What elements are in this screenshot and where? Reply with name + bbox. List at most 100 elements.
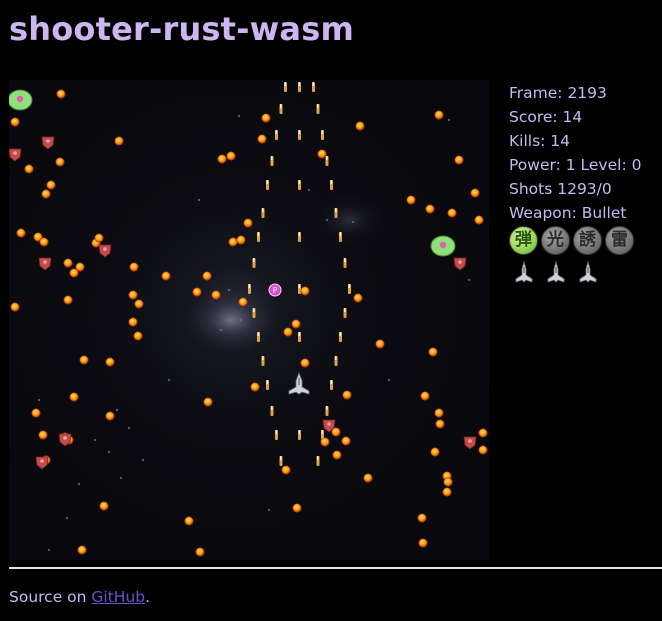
enemy-bullet	[77, 545, 87, 555]
enemy-bullet	[418, 538, 428, 548]
game-scene: P	[9, 82, 488, 557]
enemy-bullet	[94, 233, 104, 243]
player-shot-tip	[298, 180, 300, 184]
score-display: Score: 14	[509, 108, 583, 126]
enemy-bullet	[226, 151, 236, 161]
page-title: shooter-rust-wasm	[9, 10, 354, 48]
enemy-bullet	[320, 437, 330, 447]
player-shot-tip	[266, 380, 268, 384]
star	[447, 118, 451, 122]
enemy-drone	[98, 244, 112, 258]
enemy-drone	[9, 148, 22, 162]
enemy-bullet	[355, 121, 365, 131]
player-shot-tip	[275, 130, 277, 134]
enemy-bullet	[128, 317, 138, 327]
star	[219, 328, 223, 332]
enemy-drone	[35, 456, 49, 470]
enemy-bullet	[99, 501, 109, 511]
star	[141, 458, 145, 462]
player-shot-tip	[339, 332, 341, 336]
footer-prefix: Source on	[9, 588, 92, 606]
enemy-bullet	[129, 262, 139, 272]
enemy-bullet	[442, 487, 452, 497]
enemy-bullet	[195, 547, 205, 557]
star	[115, 408, 119, 412]
enemy-bullet	[69, 392, 79, 402]
player-shot-tip	[339, 232, 341, 236]
player-shot-tip	[266, 180, 268, 184]
enemy-bullet	[454, 155, 464, 165]
weapon-display: Weapon: Bullet	[509, 204, 627, 222]
enemy-bullet	[478, 445, 488, 455]
player-shot-tip	[330, 380, 332, 384]
shots-display: Shots 1293/0	[509, 180, 612, 198]
player-shot-tip	[280, 456, 282, 460]
star	[127, 426, 131, 430]
star	[197, 198, 201, 202]
star	[227, 288, 231, 292]
player-shot-tip	[298, 332, 300, 336]
weapon-missile-icon: 誘	[573, 226, 602, 255]
life-ship-icon	[513, 260, 535, 283]
stats-panel: Frame: 2193 Score: 14 Kills: 14 Power: 1…	[509, 81, 641, 225]
life-ship-icon	[545, 260, 567, 283]
enemy-bullet	[434, 110, 444, 120]
enemy-bullet	[184, 516, 194, 526]
enemy-bullet	[428, 347, 438, 357]
enemy-bullet	[105, 411, 115, 421]
game-canvas[interactable]: P	[9, 80, 489, 560]
player-shot-tip	[344, 308, 346, 312]
enemy-bullet	[243, 218, 253, 228]
player-shot-tip	[275, 430, 277, 434]
kills-display: Kills: 14	[509, 132, 571, 150]
enemy-bullet	[46, 180, 56, 190]
enemy-bullet	[217, 154, 227, 164]
player-shot-tip	[326, 406, 328, 410]
enemy-bullet	[16, 228, 26, 238]
enemy-bullet	[353, 293, 363, 303]
player-shot-tip	[257, 332, 259, 336]
player-shot-tip	[280, 104, 282, 108]
star	[351, 220, 355, 224]
enemy-bullet	[41, 189, 51, 199]
enemy-bullet	[434, 408, 444, 418]
player-shot-tip	[298, 130, 300, 134]
weapon-light-icon: 光	[541, 226, 570, 255]
enemy-bullet	[202, 271, 212, 281]
player-shot-tip	[253, 308, 255, 312]
enemy-bullet	[10, 302, 20, 312]
star	[47, 548, 51, 552]
enemy-bullet	[447, 208, 457, 218]
enemy-bullet	[435, 419, 445, 429]
enemy-bullet	[417, 513, 427, 523]
player-shot-tip	[271, 406, 273, 410]
enemy-drone	[38, 257, 52, 271]
enemy-bullet	[443, 477, 453, 487]
enemy-bullet	[283, 327, 293, 337]
enemy-bullet	[134, 299, 144, 309]
player-shot-tip	[271, 156, 273, 160]
enemy-bullet	[211, 290, 221, 300]
enemy-bullet	[300, 358, 310, 368]
weapon-lightning-icon: 雷	[605, 226, 634, 255]
enemy-bullet	[228, 237, 238, 247]
player-shot-tip	[253, 258, 255, 262]
enemy-drone	[463, 436, 477, 450]
green-boss-enemy	[430, 235, 456, 257]
player-shot-tip	[330, 180, 332, 184]
player-shot-tip	[284, 82, 286, 86]
enemy-bullet	[63, 295, 73, 305]
enemy-bullet	[257, 134, 267, 144]
enemy-bullet	[406, 195, 416, 205]
enemy-bullet	[281, 465, 291, 475]
enemy-bullet	[236, 235, 246, 245]
player-shot-tip	[321, 430, 323, 434]
enemy-bullet	[24, 164, 34, 174]
enemy-bullet	[79, 355, 89, 365]
star	[77, 482, 81, 486]
enemy-bullet	[317, 149, 327, 159]
player-shot-tip	[348, 284, 350, 288]
enemy-bullet	[55, 157, 65, 167]
player-shot-tip	[312, 82, 314, 86]
github-link[interactable]: GitHub	[91, 588, 145, 606]
